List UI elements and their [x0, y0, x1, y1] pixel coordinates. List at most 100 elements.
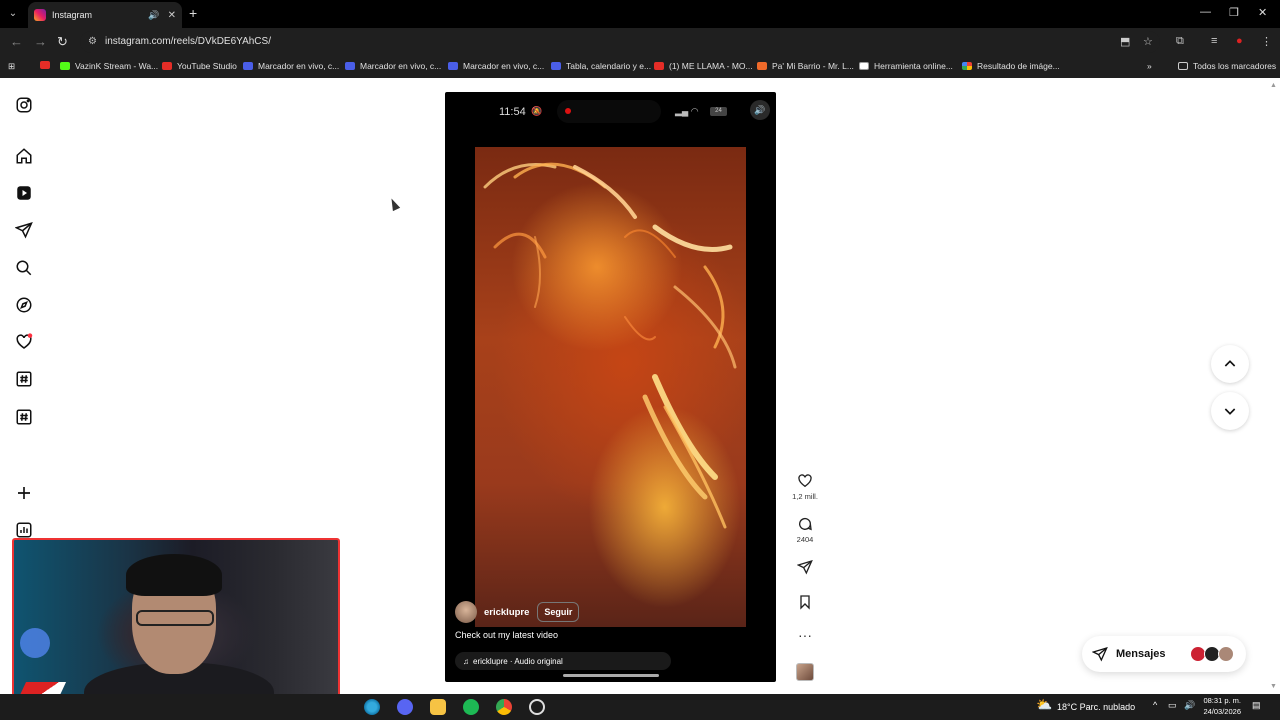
minimize-icon[interactable]: — — [1200, 6, 1211, 18]
obs-icon[interactable] — [529, 699, 545, 715]
home-icon[interactable] — [15, 147, 33, 165]
like-button[interactable]: 1,2 mill. — [790, 473, 820, 501]
volume-icon[interactable]: 🔊 — [750, 100, 770, 120]
new-tab-button[interactable]: + — [189, 5, 197, 21]
save-button[interactable] — [790, 594, 820, 610]
bookmarks-overflow-icon[interactable]: » — [1147, 61, 1152, 71]
tab-title: Instagram — [52, 10, 93, 20]
dynamic-island — [557, 100, 661, 123]
clock-date[interactable]: 24/03/2026 — [1201, 707, 1241, 716]
bookmark-item[interactable]: Marcador en vivo, c... — [345, 61, 441, 71]
comment-button[interactable]: 2404 — [790, 516, 820, 544]
share-button[interactable] — [790, 559, 820, 575]
send-icon — [1092, 646, 1108, 662]
weather-text[interactable]: 18°C Parc. nublado — [1057, 702, 1135, 712]
scrollbar-up-arrow[interactable]: ▲ — [1270, 82, 1277, 89]
bookmark-label: YouTube Studio — [177, 61, 237, 71]
bookmarks-bar: ⊞ VazinK Stream - Wa... YouTube Studio M… — [0, 56, 1280, 78]
bookmark-item[interactable]: (1) ME LLAMA - MO... — [654, 61, 753, 71]
previous-reel-button[interactable] — [1211, 345, 1249, 383]
folder-icon — [1178, 62, 1188, 70]
bookmark-item[interactable]: Resultado de imáge... — [962, 61, 1060, 71]
create-plus-icon[interactable] — [15, 484, 33, 502]
browser-tab-bar: ⌄ Instagram 🔊 ✕ + — ❐ ✕ — [0, 0, 1280, 28]
threads-icon[interactable] — [15, 408, 33, 426]
profile-icon[interactable]: ● — [1236, 35, 1243, 47]
reels-icon[interactable] — [15, 184, 33, 202]
youtube-icon — [654, 62, 664, 70]
explore-compass-icon[interactable] — [15, 296, 33, 314]
bookmark-item[interactable]: Tabla, calendario y e... — [551, 61, 651, 71]
extensions-icon[interactable]: ⧉ — [1176, 35, 1184, 48]
discord-icon[interactable] — [397, 699, 413, 715]
audio-thumbnail[interactable] — [796, 663, 814, 681]
tab-audio-icon[interactable]: 🔊 — [148, 10, 159, 21]
instagram-logo-icon[interactable] — [15, 96, 33, 114]
windows-taskbar: ⛅ 18°C Parc. nublado ^ ▭ 🔊 08:31 p. m. 2… — [0, 694, 1280, 720]
edge-icon[interactable] — [364, 699, 380, 715]
file-explorer-icon[interactable] — [430, 699, 446, 715]
audio-track-pill[interactable]: ♫ ericklupre · Audio original — [455, 652, 671, 670]
direct-send-icon[interactable] — [15, 221, 33, 239]
spotify-icon[interactable] — [463, 699, 479, 715]
tab-close-icon[interactable]: ✕ — [168, 10, 176, 21]
apps-grid-icon[interactable]: ⊞ — [8, 61, 15, 72]
network-icon[interactable]: ▭ — [1168, 700, 1177, 711]
comment-count: 2404 — [796, 535, 814, 544]
bookmark-label: Herramienta online... — [874, 61, 953, 71]
reel-author-row: ericklupre Seguir — [455, 601, 580, 623]
bookmark-item[interactable]: Marcador en vivo, c... — [448, 61, 544, 71]
scrollbar-down-arrow[interactable]: ▼ — [1270, 683, 1277, 690]
reel-video-player[interactable]: 11:54 🔕 ▂▄ ◠ 24 🔊 ericklupre Seguir Chec… — [445, 92, 776, 682]
url-field[interactable]: ⚙ instagram.com/reels/DVkDE6YAhCS/ — [80, 31, 1160, 53]
browser-tab[interactable]: Instagram 🔊 ✕ — [28, 2, 182, 28]
bookmark-item[interactable]: VazinK Stream - Wa... — [60, 61, 158, 71]
more-options-icon[interactable]: ··· — [790, 628, 820, 642]
fire-streaks-graphic — [483, 162, 737, 529]
messages-button[interactable]: Mensajes — [1082, 636, 1246, 672]
author-avatar[interactable] — [455, 601, 477, 623]
bookmark-item[interactable] — [40, 61, 55, 69]
notification-center-icon[interactable]: ▤ — [1252, 700, 1261, 711]
search-icon[interactable] — [15, 259, 33, 277]
webcam-badge-icon — [20, 628, 50, 658]
dashboard-icon[interactable] — [15, 521, 33, 539]
chrome-icon[interactable] — [496, 699, 512, 715]
threads-icon[interactable] — [15, 370, 33, 388]
forward-icon[interactable]: → — [34, 34, 47, 49]
messages-label: Mensajes — [1116, 648, 1166, 660]
reel-caption[interactable]: Check out my latest video — [455, 630, 558, 640]
author-username[interactable]: ericklupre — [484, 607, 529, 618]
tray-chevron-icon[interactable]: ^ — [1153, 700, 1157, 710]
site-info-icon[interactable]: ⚙ — [88, 36, 97, 47]
webcam-overlay — [12, 538, 340, 712]
bookmark-item[interactable]: Pa' Mi Barrio - Mr. L... — [757, 61, 854, 71]
send-icon — [797, 559, 813, 575]
pa-icon — [757, 62, 767, 70]
bookmark-star-icon[interactable]: ☆ — [1143, 35, 1153, 48]
phone-status-time: 11:54 — [499, 106, 526, 118]
next-reel-button[interactable] — [1211, 392, 1249, 430]
notifications-heart-icon[interactable] — [15, 333, 33, 351]
bookmark-item[interactable]: Marcador en vivo, c... — [243, 61, 339, 71]
bookmark-label: Tabla, calendario y e... — [566, 61, 652, 71]
video-frame[interactable] — [475, 147, 746, 627]
bookmark-item[interactable]: Herramienta online... — [859, 61, 953, 71]
install-app-icon[interactable]: ⬒ — [1120, 35, 1130, 48]
volume-tray-icon[interactable]: 🔊 — [1184, 700, 1195, 711]
clock-time[interactable]: 08:31 p. m. — [1201, 696, 1241, 705]
webcam-person — [136, 610, 214, 626]
follow-button[interactable]: Seguir — [537, 602, 580, 622]
all-bookmarks-label: Todos los marcadores — [1193, 61, 1277, 71]
reload-icon[interactable]: ↻ — [57, 34, 68, 50]
media-control-icon[interactable]: ≡ — [1211, 35, 1217, 47]
tab-search-icon[interactable]: ⌄ — [4, 5, 22, 23]
bookmark-item[interactable]: YouTube Studio — [162, 61, 237, 71]
bookmark-label: Resultado de imáge... — [977, 61, 1060, 71]
restore-icon[interactable]: ❐ — [1229, 6, 1239, 19]
close-window-icon[interactable]: ✕ — [1258, 6, 1267, 19]
back-icon[interactable]: ← — [10, 34, 23, 49]
all-bookmarks-folder[interactable]: Todos los marcadores — [1178, 61, 1276, 71]
menu-kebab-icon[interactable]: ⋮ — [1261, 35, 1272, 48]
tool-icon — [859, 62, 869, 70]
